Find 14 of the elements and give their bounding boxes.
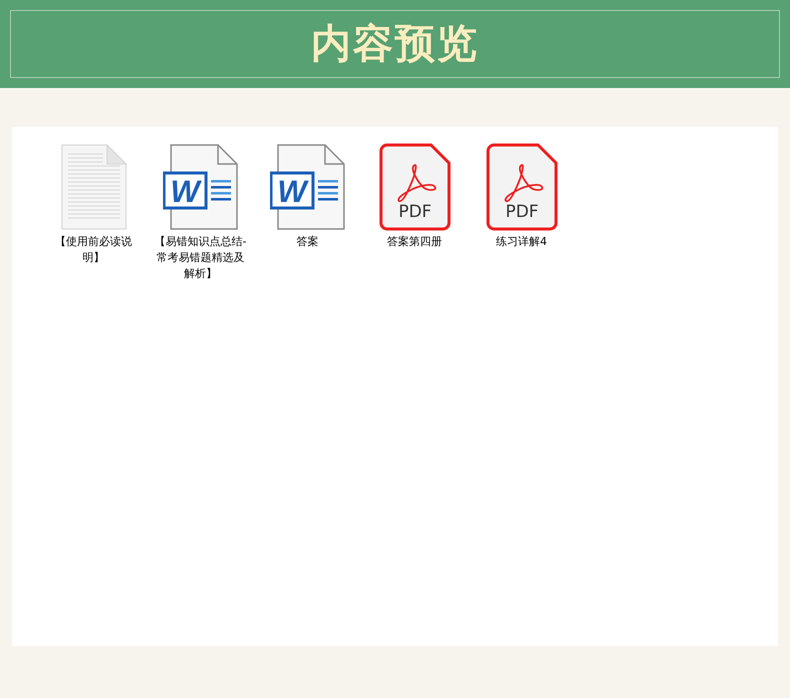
- file-item[interactable]: W 【易错知识点总结-常考易错题精选及解析】: [147, 142, 254, 282]
- file-item[interactable]: W 答案: [254, 142, 361, 250]
- page-title: 内容预览: [311, 19, 479, 69]
- pdf-file-icon: PDF: [378, 143, 450, 231]
- file-item[interactable]: 【使用前必读说明】: [40, 142, 147, 266]
- text-file-icon: [60, 144, 126, 230]
- file-name: 练习详解4: [495, 234, 548, 250]
- file-item[interactable]: PDF 答案第四册: [361, 142, 468, 250]
- file-item[interactable]: PDF 练习详解4: [468, 142, 575, 250]
- file-name: 【易错知识点总结-常考易错题精选及解析】: [154, 234, 248, 282]
- file-name: 答案第四册: [386, 234, 443, 250]
- file-name: 【使用前必读说明】: [54, 234, 133, 266]
- file-name: 答案: [296, 234, 320, 250]
- pdf-file-icon: PDF: [486, 143, 558, 231]
